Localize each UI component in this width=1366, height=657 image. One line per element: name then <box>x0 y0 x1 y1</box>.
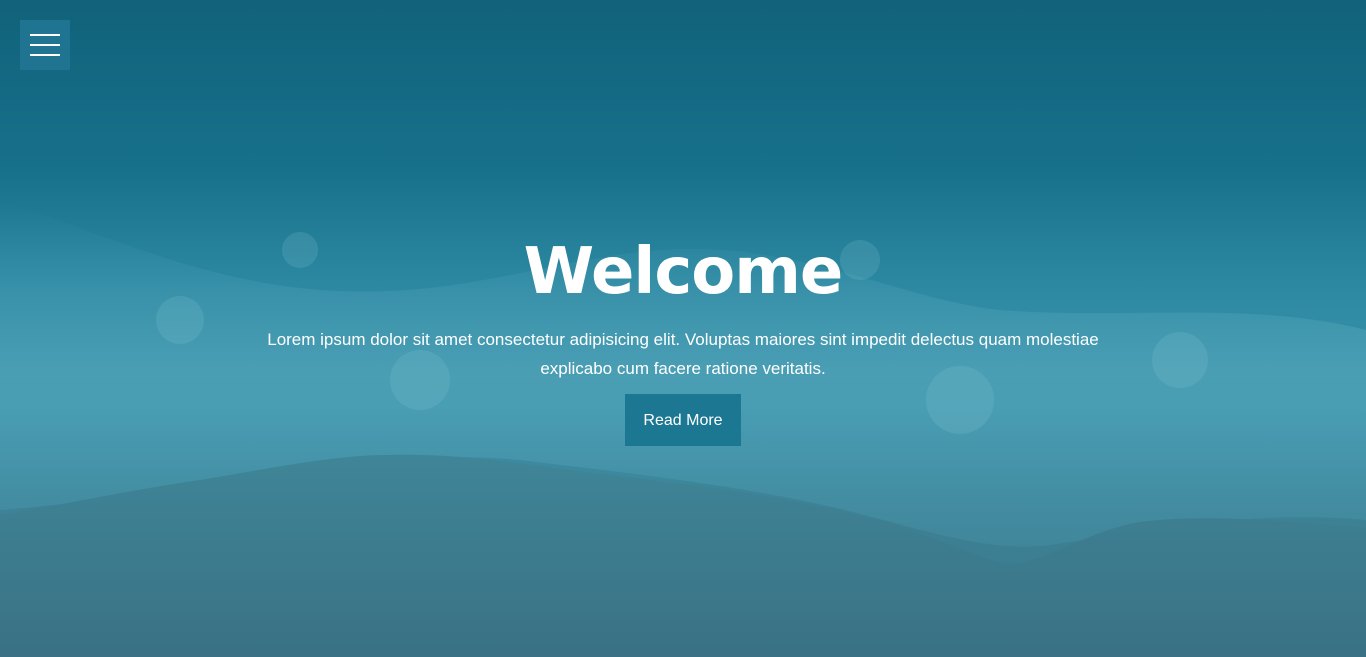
hero-title: Welcome <box>523 235 844 309</box>
hamburger-menu-icon <box>30 34 60 36</box>
read-more-button[interactable]: Read More <box>625 394 741 446</box>
hero-section: Welcome Lorem ipsum dolor sit amet conse… <box>0 0 1366 657</box>
hero-description: Lorem ipsum dolor sit amet consectetur a… <box>267 330 1099 378</box>
hamburger-menu-button[interactable] <box>20 20 70 70</box>
hamburger-menu-icon-bar-bottom <box>30 54 60 56</box>
hero-content: Welcome Lorem ipsum dolor sit amet conse… <box>0 232 1366 446</box>
hamburger-menu-icon-bar-middle <box>30 44 60 46</box>
